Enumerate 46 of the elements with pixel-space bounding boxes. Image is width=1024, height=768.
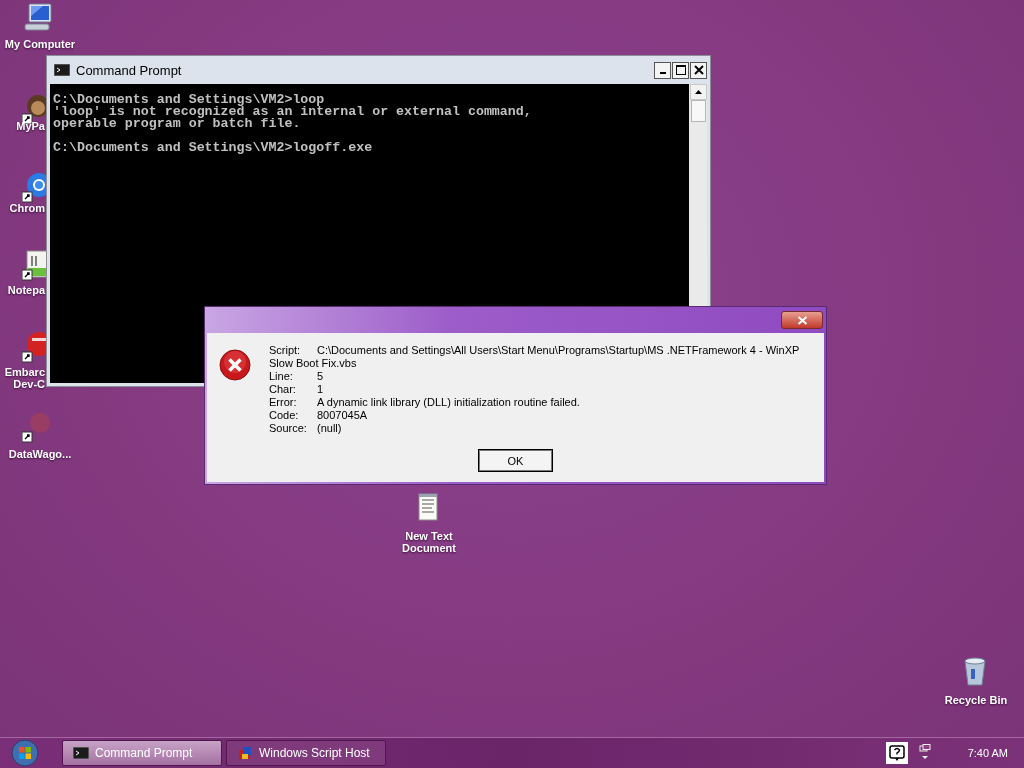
clock[interactable]: 7:40 AM [967, 747, 1008, 759]
scroll-thumb[interactable] [690, 100, 706, 122]
app-badge-icon[interactable] [22, 330, 46, 364]
console-line: C:\Documents and Settings\VM2>logoff.exe [53, 139, 374, 154]
window-title: Command Prompt [76, 62, 182, 78]
detail-value: Slow Boot Fix.vbs [269, 357, 357, 370]
detail-value: C:\Documents and Settings\All Users\Start Menu\Programs\Startup\MS .NETFramework 4 - WinXP [317, 344, 800, 357]
close-icon [693, 65, 704, 75]
help-icon[interactable] [885, 742, 908, 764]
console-line: C:\Documents and Settings\VM2>loop [53, 94, 325, 106]
console-icon [73, 747, 89, 759]
icon-label[interactable]: Recycle Bin [940, 694, 1012, 706]
taskbar-button[interactable]: Windows Script Host [226, 740, 386, 766]
icon-label[interactable]: New Text Document [388, 530, 470, 554]
detail-label: Code: [269, 409, 300, 422]
detail-value: (null) [317, 422, 342, 435]
detail-label: Error: [269, 396, 298, 409]
close-icon [796, 315, 808, 325]
icon-label[interactable]: MyPa [3, 120, 45, 132]
detail-value: A dynamic link library (DLL) initialization routine failed. [317, 396, 580, 409]
ok-button[interactable]: OK [478, 449, 553, 472]
icon-label[interactable]: Notepa [3, 284, 45, 296]
close-button[interactable] [690, 61, 707, 79]
icon-label[interactable]: Chrom [3, 202, 45, 214]
console-line: operable program or batch file. [53, 118, 302, 130]
detail-value: 5 [317, 370, 324, 383]
error-icon [219, 349, 251, 381]
maximize-button[interactable] [672, 61, 689, 79]
detail-label: Char: [269, 383, 297, 396]
maximize-icon [675, 65, 686, 75]
windows-icon[interactable] [917, 744, 932, 762]
minimize-button[interactable] [654, 61, 671, 79]
console-icon [54, 64, 70, 76]
detail-value: 1 [317, 383, 324, 396]
scroll-up-icon[interactable] [689, 84, 707, 100]
detail-label: Script: [269, 344, 302, 357]
icon-label[interactable]: DataWago... [7, 448, 73, 460]
icon-label[interactable]: My Computer [5, 38, 75, 50]
console-line: 'loop' is not recognized as an internal or external command, [53, 106, 533, 118]
detail-value: 8007045A [317, 409, 368, 422]
icon-label[interactable]: Embarc Dev-C [3, 366, 45, 390]
script-host-icon [237, 745, 253, 761]
close-button[interactable] [781, 311, 823, 329]
detail-label: Source: [269, 422, 308, 435]
start-button-icon[interactable] [11, 739, 39, 767]
detail-label: Line: [269, 370, 294, 383]
